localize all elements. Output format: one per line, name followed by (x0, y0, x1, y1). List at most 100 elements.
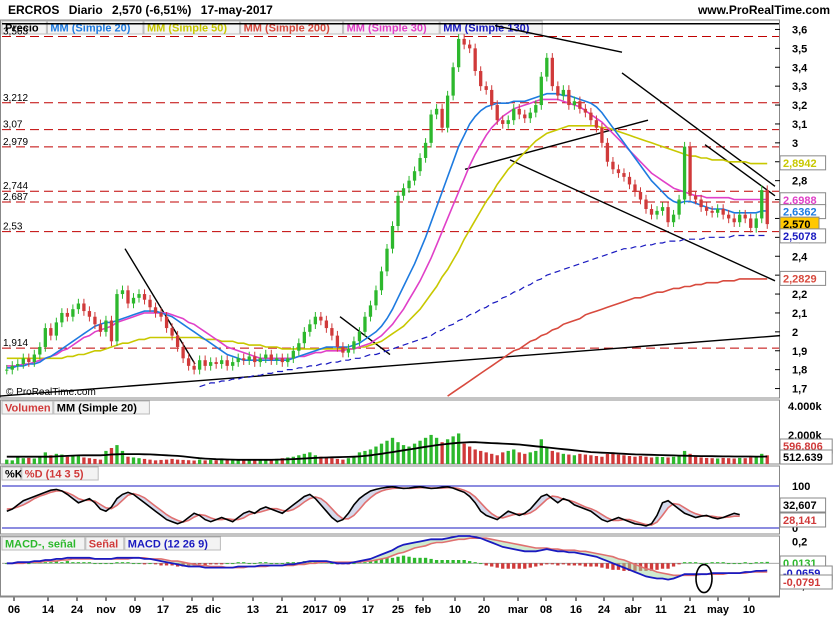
macd-hist-bar (286, 562, 290, 564)
macd-hist-bar (732, 563, 736, 565)
candle-body (473, 48, 477, 72)
macd-hist-bar (209, 563, 213, 565)
candle-body (374, 290, 378, 306)
volume-bar (148, 459, 152, 464)
candle-body (501, 120, 505, 124)
macd-hist-bar (473, 562, 477, 564)
macd-hist-bar (87, 562, 92, 564)
chart-canvas: Precio MM (Simple 20) MM (Simple 50) MM (Si… (0, 19, 833, 616)
candle-body (451, 67, 455, 96)
volume-bar (159, 459, 163, 464)
macd-hist-bar (164, 563, 169, 566)
macd-hist-bar (456, 560, 461, 564)
volume-bar (181, 459, 185, 464)
candle-body (38, 346, 42, 355)
candle-body (710, 210, 714, 213)
macd-hist-bar (142, 563, 147, 565)
candle-body (539, 76, 543, 106)
volume-bar (429, 434, 433, 464)
volume-bar (192, 460, 196, 464)
candle-body (534, 105, 538, 113)
candle-body (445, 95, 450, 128)
candle-body (330, 328, 334, 336)
candle-body (242, 358, 246, 361)
candle-body (115, 294, 119, 342)
candle-body (379, 271, 384, 291)
candle-body (137, 294, 141, 298)
volume-bar (501, 452, 505, 464)
macd-hist-bar (550, 563, 554, 565)
xtick-label: feb (415, 604, 432, 616)
macd-hist-bar (512, 563, 516, 569)
macd-hist-bar (280, 563, 284, 565)
macd-hist-bar (578, 563, 582, 566)
macd-hist-bar (269, 563, 273, 565)
candle-body (142, 294, 147, 300)
candle-body (159, 312, 163, 317)
macd-hist-bar (275, 563, 279, 565)
price-ytick-label: 3,3 (792, 81, 807, 93)
volume-bar (517, 452, 521, 464)
volume-bar (721, 457, 725, 464)
volume-bar (65, 456, 70, 464)
volume-bar (715, 458, 720, 464)
volume-bar (462, 443, 466, 464)
volume-bar (324, 457, 329, 464)
macd-hist-bar (479, 563, 483, 565)
xtick-label: 20 (478, 604, 490, 616)
candle-body (10, 365, 14, 370)
candle-body (418, 157, 422, 172)
macd-hist-bar (445, 560, 450, 564)
volume-value-label-1: 512.639 (783, 452, 823, 464)
candle-body (512, 108, 516, 121)
volume-bar (104, 450, 108, 464)
macd-hist-bar (82, 562, 86, 564)
volume-bar (368, 449, 373, 464)
volume-bar (627, 456, 632, 464)
volume-bar (396, 442, 400, 464)
candle-body (390, 226, 395, 249)
candle-body (253, 356, 257, 363)
macd-hist-bar (153, 563, 158, 565)
candle-body (220, 360, 224, 364)
xtick-label: dic (205, 604, 221, 616)
volume-legend-item-1: MM (Simple 20) (57, 403, 137, 415)
volume-bar (638, 456, 643, 464)
volume-bar (451, 436, 455, 464)
macd-hist-bar (501, 563, 505, 569)
candle-body (236, 358, 240, 363)
volume-bar (186, 460, 191, 464)
candle-body (578, 101, 582, 109)
macd-hist-bar (572, 563, 577, 566)
volume-bar (142, 458, 147, 464)
macd-hist-bar (27, 563, 31, 565)
macd-hist-bar (688, 562, 692, 564)
macd-hist-bar (65, 561, 70, 564)
macd-hist-bar (225, 563, 229, 565)
volume-bar (572, 455, 577, 464)
xtick-label: 16 (570, 604, 582, 616)
candle-body (49, 328, 53, 336)
macd-hist-bar (330, 563, 334, 565)
candle-body (456, 38, 461, 68)
volume-bar (313, 455, 318, 464)
macd-hist-bar (666, 563, 670, 569)
candle-body (203, 360, 207, 366)
volume-bar (153, 460, 158, 464)
macd-hist-bar (545, 563, 549, 565)
price-ytick-label: 1,7 (792, 384, 807, 396)
macd-hist-bar (49, 562, 53, 564)
stoch-value-label-0: 32,607 (783, 500, 817, 512)
candle-body (181, 346, 185, 359)
candle-body (324, 320, 329, 329)
volume-bar (197, 459, 202, 464)
volume-bar (87, 458, 92, 464)
macd-hist-bar (693, 562, 698, 564)
candle-body (738, 214, 742, 223)
candle-body (286, 358, 290, 363)
candle-body (308, 324, 312, 332)
macd-hist-bar (407, 556, 411, 564)
xtick-label: 24 (598, 604, 611, 616)
candle-body (396, 195, 400, 227)
price-value-label-0: 2,8942 (783, 158, 817, 170)
